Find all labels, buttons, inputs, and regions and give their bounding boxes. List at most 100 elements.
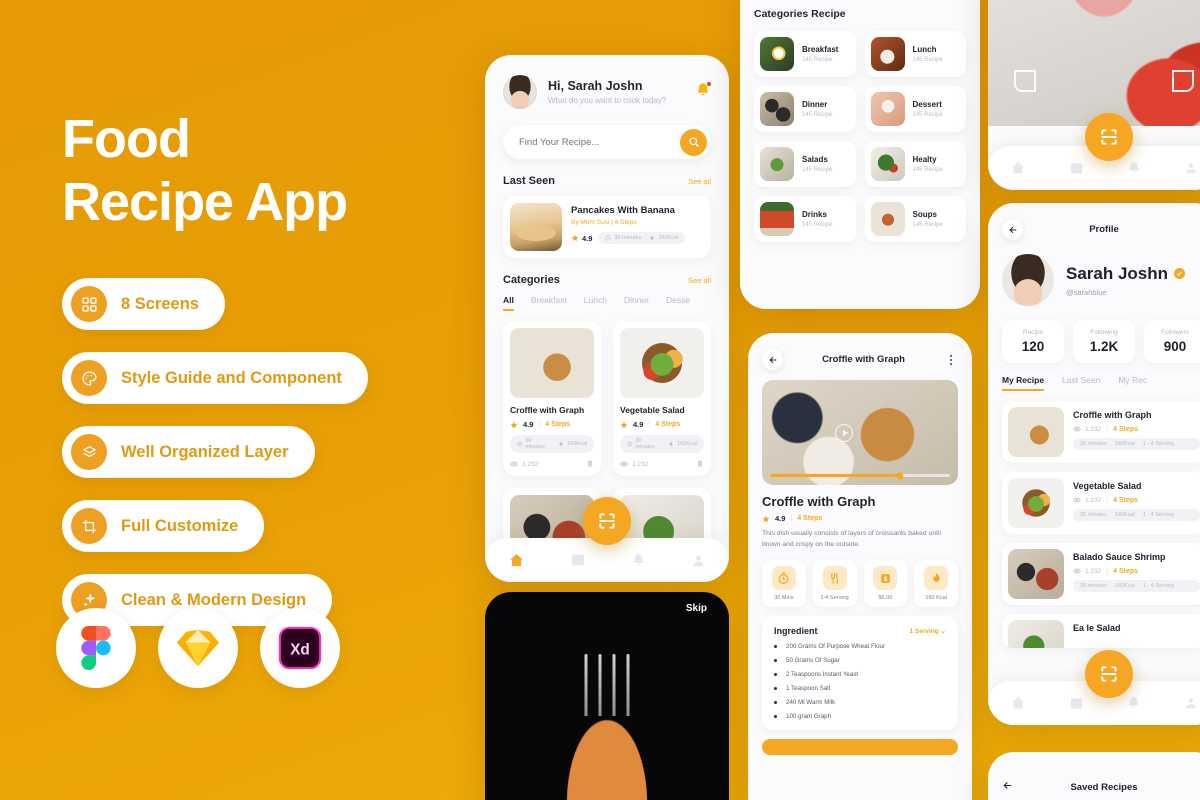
category-name: Lunch xyxy=(912,45,937,54)
bookmark-icon[interactable] xyxy=(696,459,704,469)
video-progress-bar[interactable] xyxy=(770,472,950,479)
tab-dessert[interactable]: Desse xyxy=(666,295,690,311)
clock-icon xyxy=(771,566,796,591)
last-seen-card[interactable]: Pancakes With Banana By Mom Susi | 4 Ste… xyxy=(503,196,711,258)
list-item[interactable]: Balado Sauce Shrimp 1.232 | 4 Steps 30 m… xyxy=(1002,543,1200,605)
person-icon[interactable] xyxy=(1184,161,1198,175)
category-count: 145 Recipe xyxy=(912,57,943,63)
category-text: Dessert 145 Recipe xyxy=(913,100,943,118)
phone-scanner-screen xyxy=(988,0,1200,190)
time-meta: 30 minutes xyxy=(517,438,550,450)
price-icon: $ xyxy=(873,566,898,591)
notification-button[interactable] xyxy=(695,80,712,103)
time-meta: 30 minutes xyxy=(1080,583,1107,589)
back-button[interactable] xyxy=(762,349,783,370)
home-icon[interactable] xyxy=(1010,160,1026,176)
tab-all[interactable]: All xyxy=(503,295,514,311)
recipe-meta: 1.232 | 4 Steps xyxy=(1073,496,1200,504)
recipe-card[interactable]: Vegetable Salad 4.9 | 4 Steps 30 minutes… xyxy=(613,321,711,476)
list-item[interactable]: Vegetable Salad 1.232 | 4 Steps 30 minut… xyxy=(1002,472,1200,534)
search-input[interactable] xyxy=(519,136,680,148)
scan-fab-scanner[interactable] xyxy=(1085,113,1133,161)
category-count: 145 Recipe xyxy=(802,57,833,63)
time-meta: 30 minutes xyxy=(605,235,641,241)
tab-my-review[interactable]: My Rec xyxy=(1118,375,1147,391)
category-card-dessert[interactable]: Dessert 145 Recipe xyxy=(864,86,966,132)
tab-breakfast[interactable]: Breakfast xyxy=(531,295,567,311)
serving-selector[interactable]: 1 Serving ⌄ xyxy=(909,627,946,635)
person-icon[interactable] xyxy=(691,553,706,568)
avatar[interactable] xyxy=(1002,254,1054,306)
camera-preview xyxy=(988,0,1200,126)
detail-header: Croffle with Graph xyxy=(748,333,972,370)
calorie-meta: 160Kcal xyxy=(1114,583,1135,589)
category-card-breakfast[interactable]: Breakfast 145 Recipe xyxy=(754,31,856,77)
recipe-footer: 1.232 xyxy=(510,459,594,469)
skip-button[interactable]: Skip xyxy=(686,603,707,614)
feature-pill-label: Full Customize xyxy=(121,516,239,535)
tab-dinner[interactable]: Dinner xyxy=(624,295,649,311)
ingredient-text: 200 Grams Of Purpose Wheat Flour xyxy=(786,643,886,651)
feature-pill-style-guide[interactable]: Style Guide and Component xyxy=(62,352,368,405)
bell-icon[interactable] xyxy=(1127,161,1141,175)
feature-pill-screens[interactable]: 8 Screens xyxy=(62,278,225,331)
detail-rating-row: 4.9 | 4 Steps xyxy=(762,514,958,523)
play-icon[interactable] xyxy=(835,423,854,442)
page-title: Food Recipe App xyxy=(62,108,482,234)
more-options-button[interactable] xyxy=(944,354,958,365)
category-card-soups[interactable]: Soups 145 Recipe xyxy=(864,196,966,242)
list-icon[interactable] xyxy=(1069,161,1084,176)
svg-text:$: $ xyxy=(884,576,888,583)
category-count: 145 Recipe xyxy=(802,222,833,228)
recipe-title: Croffle with Graph xyxy=(1073,410,1152,420)
recipe-author: By Mom Susi | 4 Steps xyxy=(571,219,637,226)
phone-saved-recipes-screen: Saved Recipes xyxy=(988,752,1200,800)
arrow-left-icon xyxy=(768,356,776,363)
greeting-name: Hi, Sarah Joshn xyxy=(548,79,643,93)
calorie-meta: 160Kcal xyxy=(649,235,678,241)
home-icon[interactable] xyxy=(1010,695,1026,711)
recipe-video-player[interactable] xyxy=(762,380,958,485)
category-text: Healty 145 Recipe xyxy=(913,155,943,173)
list-item[interactable]: Ea le Salad xyxy=(1002,614,1200,648)
meta-chip: 30 minutes 160Kcal xyxy=(598,232,686,244)
separator: | xyxy=(538,421,541,428)
scan-fab-profile[interactable] xyxy=(1085,650,1133,698)
category-card-salads[interactable]: Salads 145 Recipe xyxy=(754,141,856,187)
search-bar[interactable] xyxy=(503,125,711,159)
bell-icon[interactable] xyxy=(631,553,646,568)
bell-icon[interactable] xyxy=(1127,696,1141,710)
list-icon[interactable] xyxy=(570,552,586,568)
tab-my-recipe[interactable]: My Recipe xyxy=(1002,375,1045,391)
category-card-drinks[interactable]: Drinks 145 Recipe xyxy=(754,196,856,242)
category-card-lunch[interactable]: Lunch 145 Recipe xyxy=(864,31,966,77)
home-icon[interactable] xyxy=(508,552,525,569)
list-icon[interactable] xyxy=(1069,696,1084,711)
start-cooking-button[interactable] xyxy=(762,739,958,756)
see-all-link[interactable]: See all xyxy=(688,177,711,186)
search-button[interactable] xyxy=(680,128,707,156)
rating-value: 4.9 xyxy=(775,514,786,523)
feature-pill-customize[interactable]: Full Customize xyxy=(62,500,265,553)
scan-icon xyxy=(1101,666,1117,682)
category-card-dinner[interactable]: Dinner 145 Recipe xyxy=(754,86,856,132)
video-progress-knob[interactable] xyxy=(896,472,904,479)
feature-pill-layers[interactable]: Well Organized Layer xyxy=(62,426,315,479)
back-button[interactable] xyxy=(1002,778,1013,796)
scan-fab-home[interactable] xyxy=(583,497,631,545)
category-card-healty[interactable]: Healty 145 Recipe xyxy=(864,141,966,187)
bookmark-icon[interactable] xyxy=(586,459,594,469)
back-button[interactable] xyxy=(1002,219,1023,240)
crop-icon xyxy=(71,508,107,545)
person-icon[interactable] xyxy=(1184,696,1198,710)
recipe-card[interactable]: Croffle with Graph 4.9 | 4 Steps 30 minu… xyxy=(503,321,601,476)
tab-lunch[interactable]: Lunch xyxy=(584,295,607,311)
list-item[interactable]: Croffle with Graph 1.232 | 4 Steps 30 mi… xyxy=(1002,401,1200,463)
see-all-link[interactable]: See all xyxy=(688,276,711,285)
ingredient-header: Ingredient 1 Serving ⌄ xyxy=(774,626,946,636)
rating-value: 4.9 xyxy=(523,420,534,429)
tab-last-seen[interactable]: Last Seen xyxy=(1062,375,1100,391)
ingredient-item: 100 gram Graph xyxy=(774,713,946,720)
avatar[interactable] xyxy=(503,75,537,109)
time-meta: 30 minutes xyxy=(1080,441,1107,447)
